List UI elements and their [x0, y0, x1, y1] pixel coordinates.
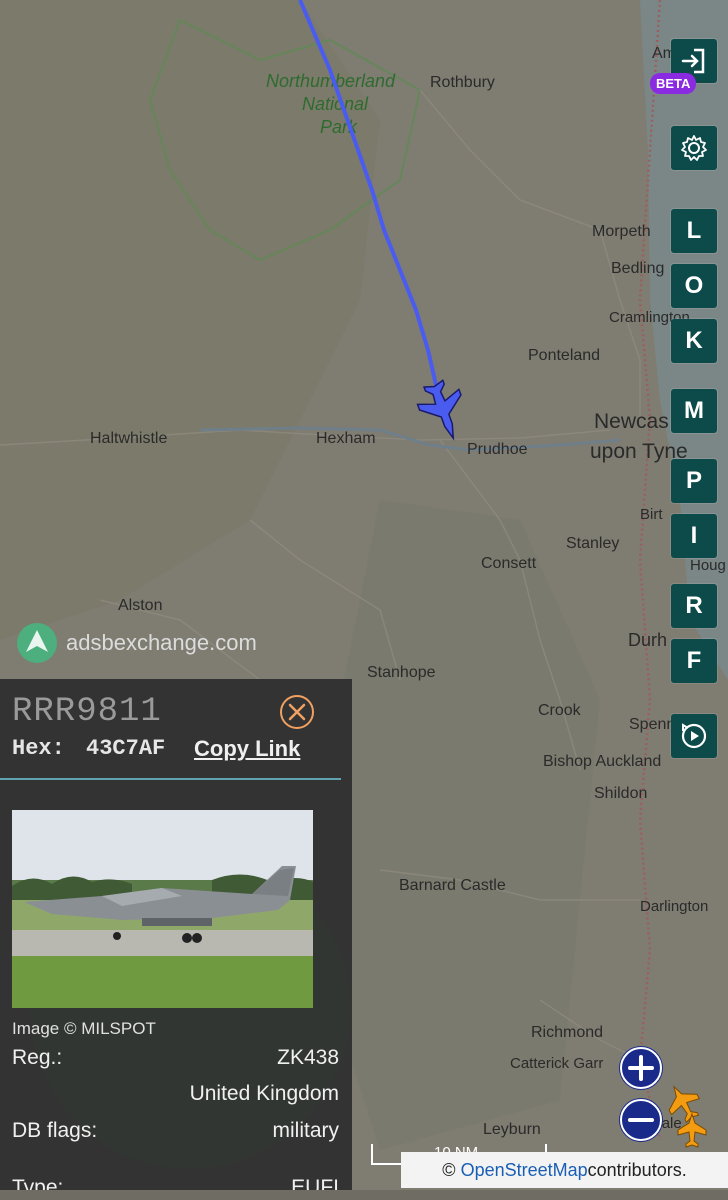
- separator: [0, 778, 341, 780]
- place-label: Stanley: [566, 535, 619, 552]
- hex-line: Hex: 43C7AF: [12, 736, 165, 761]
- place-label: Leyburn: [483, 1121, 541, 1138]
- toggle-i-button[interactable]: I: [671, 514, 717, 558]
- place-label: Barnard Castle: [399, 877, 506, 894]
- info-key: Reg.:: [12, 1046, 63, 1069]
- place-label: Consett: [481, 555, 537, 572]
- gear-icon: [681, 135, 707, 161]
- place-label: Darlington: [640, 898, 708, 915]
- toggle-o-button[interactable]: O: [671, 264, 717, 308]
- toggle-m-button[interactable]: M: [671, 389, 717, 433]
- login-icon: [681, 48, 705, 74]
- place-label: Hexham: [316, 430, 376, 447]
- brand-text: adsbexchange.com: [66, 630, 257, 655]
- place-label: Ponteland: [528, 347, 600, 364]
- info-value: ZK438: [277, 1046, 339, 1069]
- place-label: Prudhoe: [467, 441, 528, 458]
- callsign: RRR9811: [12, 693, 162, 731]
- attribution-text: contributors.: [587, 1159, 687, 1180]
- zoom-in-button[interactable]: [619, 1046, 663, 1090]
- hex-value: 43C7AF: [86, 736, 166, 761]
- toggle-p-button[interactable]: P: [671, 459, 717, 503]
- place-label: Bishop Auckland: [543, 753, 661, 770]
- place-label: Morpeth: [592, 223, 651, 240]
- place-label: Houg: [690, 557, 726, 574]
- bottom-edge: [0, 1190, 728, 1200]
- osm-link[interactable]: OpenStreetMap: [461, 1160, 588, 1181]
- settings-button[interactable]: [671, 126, 717, 170]
- map-attribution: © OpenStreetMap contributors.: [401, 1152, 728, 1188]
- image-credit: Image © MILSPOT: [12, 1019, 156, 1038]
- info-key: DB flags:: [12, 1119, 98, 1142]
- toggle-l-button[interactable]: L: [671, 209, 717, 253]
- plus-icon: [620, 1047, 662, 1089]
- place-label: Rothbury: [430, 74, 495, 91]
- replay-button[interactable]: [671, 714, 717, 758]
- place-label: Newcas: [594, 410, 669, 433]
- brand-logo: adsbexchange.com: [16, 622, 257, 664]
- aircraft-photo[interactable]: [12, 810, 313, 1008]
- place-label: Bedling: [611, 260, 664, 277]
- place-label: Shildon: [594, 785, 647, 802]
- place-label: Birt: [640, 506, 663, 523]
- toggle-k-button[interactable]: K: [671, 319, 717, 363]
- copy-link-button[interactable]: Copy Link: [194, 736, 300, 762]
- place-label: National: [302, 94, 369, 114]
- place-label: Richmond: [531, 1024, 603, 1041]
- place-label: Haltwhistle: [90, 430, 167, 447]
- info-value: United Kingdom: [189, 1082, 339, 1105]
- place-label: Crook: [538, 702, 582, 719]
- place-label: Durh: [628, 630, 667, 650]
- zoom-out-button[interactable]: [619, 1098, 663, 1142]
- toggle-r-button[interactable]: R: [671, 584, 717, 628]
- place-label: Catterick Garr: [510, 1055, 603, 1072]
- minus-icon: [620, 1099, 662, 1141]
- place-label: Alston: [118, 597, 162, 614]
- beta-badge: BETA: [650, 73, 697, 94]
- adsbexchange-logo-icon: [17, 623, 57, 663]
- toggle-f-button[interactable]: F: [671, 639, 717, 683]
- copyright-symbol: ©: [442, 1159, 456, 1180]
- replay-icon: [681, 723, 707, 749]
- hex-label: Hex:: [12, 736, 65, 761]
- close-icon[interactable]: [279, 694, 315, 730]
- aircraft-info-panel: RRR9811 Hex: 43C7AF Copy Link Image © MI…: [0, 679, 352, 1200]
- info-value: military: [272, 1119, 340, 1142]
- place-label: Stanhope: [367, 664, 436, 681]
